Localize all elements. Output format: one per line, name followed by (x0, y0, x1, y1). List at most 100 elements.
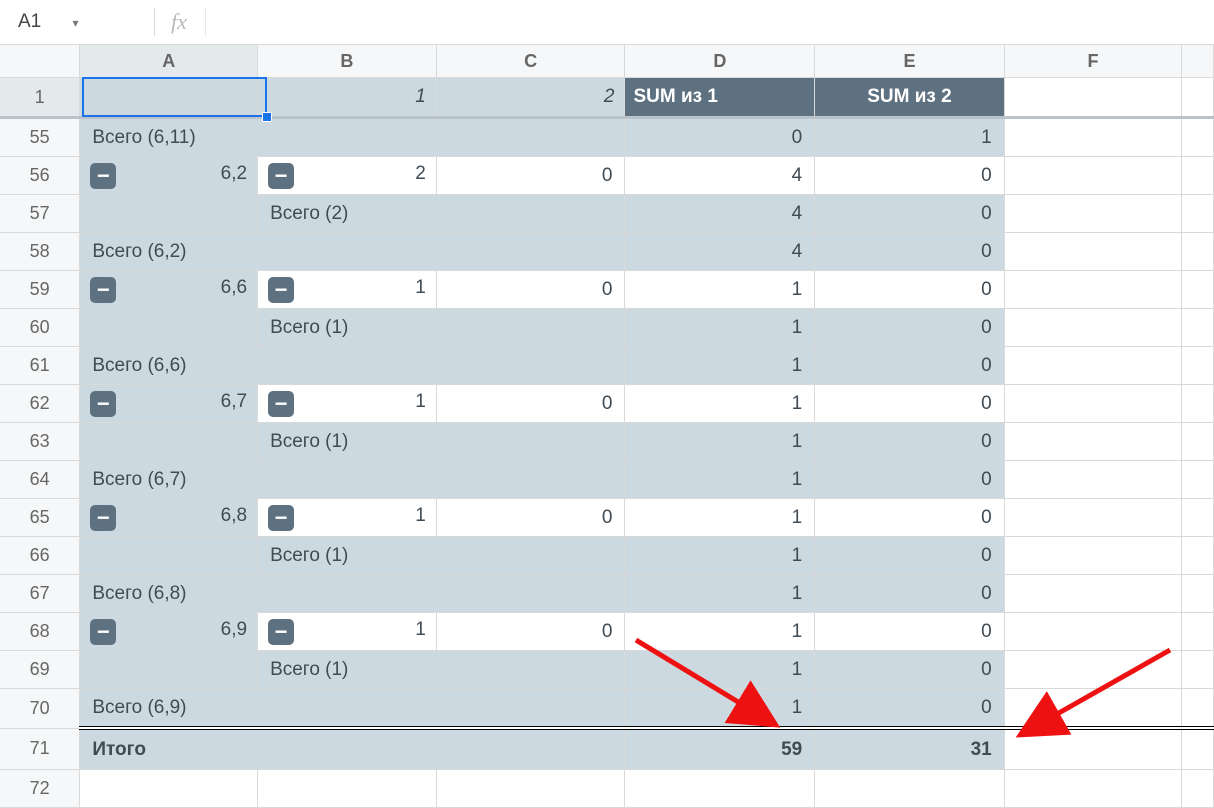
cell-E62[interactable]: 0 (815, 385, 1004, 423)
row-header-64[interactable]: 64 (0, 461, 80, 499)
col-header-C[interactable]: C (436, 45, 625, 78)
cell-A71[interactable]: Итого (80, 728, 625, 770)
cell-G70[interactable] (1182, 689, 1214, 729)
cell-B57[interactable]: Всего (2) (258, 195, 625, 233)
cell-E67[interactable]: 0 (815, 575, 1004, 613)
cell-D72[interactable] (625, 770, 815, 808)
cell-B68[interactable]: 1 (258, 613, 437, 651)
collapse-icon[interactable] (268, 277, 294, 303)
col-header-E[interactable]: E (815, 45, 1004, 78)
cell-E65[interactable]: 0 (815, 499, 1004, 537)
collapse-icon[interactable] (268, 619, 294, 645)
cell-D1[interactable]: SUM из 1 (625, 78, 815, 118)
cell-F68[interactable] (1004, 613, 1182, 651)
cell-G64[interactable] (1182, 461, 1214, 499)
collapse-icon[interactable] (90, 619, 116, 645)
cell-A65[interactable]: 6,8 (80, 499, 258, 537)
cell-D56[interactable]: 4 (625, 157, 815, 195)
col-header-D[interactable]: D (625, 45, 815, 78)
cell-A64[interactable]: Всего (6,7) (80, 461, 625, 499)
cell-C72[interactable] (436, 770, 625, 808)
cell-G66[interactable] (1182, 537, 1214, 575)
cell-B69[interactable]: Всего (1) (258, 651, 625, 689)
cell-F63[interactable] (1004, 423, 1182, 461)
cell-F64[interactable] (1004, 461, 1182, 499)
cell-F1[interactable] (1004, 78, 1182, 118)
row-header-70[interactable]: 70 (0, 689, 80, 729)
spreadsheet-grid[interactable]: A B C D E F 1 1 2 SUM из 1 SUM из 2 55Вс… (0, 45, 1214, 808)
cell-G67[interactable] (1182, 575, 1214, 613)
cell-F62[interactable] (1004, 385, 1182, 423)
cell-A66[interactable] (80, 537, 258, 575)
row-header-59[interactable]: 59 (0, 271, 80, 309)
cell-A57[interactable] (80, 195, 258, 233)
cell-F60[interactable] (1004, 309, 1182, 347)
cell-D67[interactable]: 1 (625, 575, 815, 613)
cell-C59[interactable]: 0 (436, 271, 625, 309)
collapse-icon[interactable] (90, 505, 116, 531)
row-header-65[interactable]: 65 (0, 499, 80, 537)
cell-A55[interactable]: Всего (6,11) (80, 118, 625, 157)
cell-B62[interactable]: 1 (258, 385, 437, 423)
row-header-55[interactable]: 55 (0, 118, 80, 157)
cell-F71[interactable] (1004, 728, 1182, 770)
cell-A67[interactable]: Всего (6,8) (80, 575, 625, 613)
row-header-62[interactable]: 62 (0, 385, 80, 423)
row-header-69[interactable]: 69 (0, 651, 80, 689)
cell-E70[interactable]: 0 (815, 689, 1004, 729)
cell-D68[interactable]: 1 (625, 613, 815, 651)
row-header-60[interactable]: 60 (0, 309, 80, 347)
name-box-dropdown-icon[interactable]: ▾ (73, 16, 79, 30)
cell-F70[interactable] (1004, 689, 1182, 729)
col-header-extra[interactable] (1182, 45, 1214, 78)
cell-D57[interactable]: 4 (625, 195, 815, 233)
row-header-66[interactable]: 66 (0, 537, 80, 575)
cell-D69[interactable]: 1 (625, 651, 815, 689)
cell-B60[interactable]: Всего (1) (258, 309, 625, 347)
cell-E55[interactable]: 1 (815, 118, 1004, 157)
row-header-67[interactable]: 67 (0, 575, 80, 613)
collapse-icon[interactable] (90, 391, 116, 417)
collapse-icon[interactable] (90, 163, 116, 189)
cell-A60[interactable] (80, 309, 258, 347)
row-header-58[interactable]: 58 (0, 233, 80, 271)
cell-A59[interactable]: 6,6 (80, 271, 258, 309)
cell-E69[interactable]: 0 (815, 651, 1004, 689)
cell-B72[interactable] (258, 770, 437, 808)
cell-A58[interactable]: Всего (6,2) (80, 233, 625, 271)
cell-E1[interactable]: SUM из 2 (815, 78, 1004, 118)
collapse-icon[interactable] (268, 163, 294, 189)
cell-A1[interactable] (80, 78, 258, 118)
cell-F61[interactable] (1004, 347, 1182, 385)
row-header-57[interactable]: 57 (0, 195, 80, 233)
row-header-71[interactable]: 71 (0, 728, 80, 770)
col-header-B[interactable]: B (258, 45, 437, 78)
cell-D63[interactable]: 1 (625, 423, 815, 461)
cell-A63[interactable] (80, 423, 258, 461)
active-cell-handle[interactable] (262, 112, 272, 122)
collapse-icon[interactable] (90, 277, 116, 303)
cell-G62[interactable] (1182, 385, 1214, 423)
cell-G65[interactable] (1182, 499, 1214, 537)
cell-G55[interactable] (1182, 118, 1214, 157)
cell-B66[interactable]: Всего (1) (258, 537, 625, 575)
cell-B1[interactable]: 1 (258, 78, 437, 118)
cell-F66[interactable] (1004, 537, 1182, 575)
cell-A61[interactable]: Всего (6,6) (80, 347, 625, 385)
cell-G69[interactable] (1182, 651, 1214, 689)
cell-E71[interactable]: 31 (815, 728, 1004, 770)
row-header-63[interactable]: 63 (0, 423, 80, 461)
cell-G57[interactable] (1182, 195, 1214, 233)
row-header-61[interactable]: 61 (0, 347, 80, 385)
cell-D62[interactable]: 1 (625, 385, 815, 423)
cell-E66[interactable]: 0 (815, 537, 1004, 575)
cell-F72[interactable] (1004, 770, 1182, 808)
row-header-56[interactable]: 56 (0, 157, 80, 195)
cell-A69[interactable] (80, 651, 258, 689)
cell-G1[interactable] (1182, 78, 1214, 118)
cell-F65[interactable] (1004, 499, 1182, 537)
cell-A62[interactable]: 6,7 (80, 385, 258, 423)
cell-E58[interactable]: 0 (815, 233, 1004, 271)
cell-D58[interactable]: 4 (625, 233, 815, 271)
cell-A72[interactable] (80, 770, 258, 808)
